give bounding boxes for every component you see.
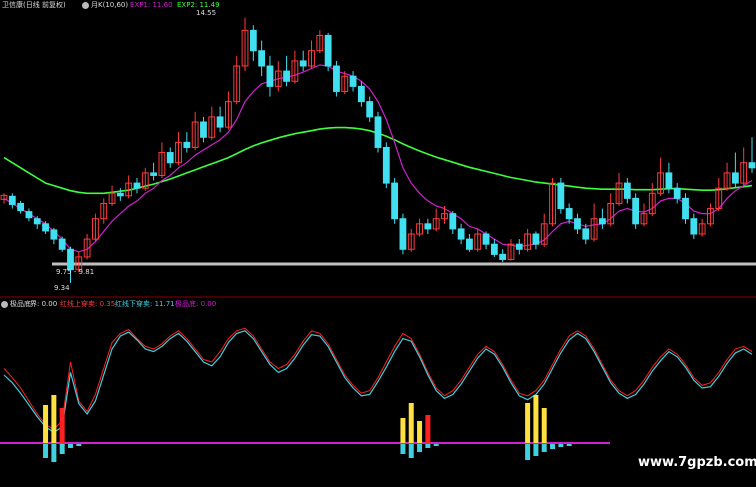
histogram-bar-cyan <box>541 444 547 452</box>
candle-body <box>565 208 573 220</box>
histogram-bar-yellow <box>417 421 423 443</box>
candle-body <box>690 218 698 235</box>
histogram-bar-yellow <box>541 408 547 443</box>
histogram-bar-yellow <box>408 403 414 443</box>
histogram-bar-yellow <box>400 418 406 443</box>
high-price-label: 14.55 <box>196 9 217 17</box>
candle-body <box>748 162 756 169</box>
candle-body <box>266 65 274 87</box>
histogram-bar-cyan <box>408 444 414 458</box>
histogram-bar-cyan <box>76 444 82 446</box>
histogram-bar-cyan <box>550 444 556 449</box>
candle-body <box>582 228 590 240</box>
indicator-settings-icon[interactable] <box>1 301 8 308</box>
candle-body <box>515 243 523 250</box>
candle-body <box>25 211 33 219</box>
candle-body <box>133 182 141 189</box>
candle-body <box>33 218 41 225</box>
candle-body <box>324 34 332 67</box>
histogram-bar-cyan <box>43 444 49 458</box>
histogram-bar-yellow <box>533 395 539 443</box>
candle-body <box>67 248 74 271</box>
ema1-label: EXP1: 11.60 <box>130 1 173 9</box>
candle-body <box>283 70 290 82</box>
stock-chart <box>0 0 756 487</box>
candle-body <box>557 182 565 210</box>
histogram-bar-cyan <box>400 444 406 454</box>
candle-body <box>50 229 58 240</box>
histogram-bar-cyan <box>558 444 564 447</box>
histogram-bar-yellow <box>51 395 57 443</box>
histogram-bar-yellow <box>525 403 531 443</box>
low-price-label: 9.34 <box>54 284 70 292</box>
candle-body <box>58 238 66 250</box>
candle-body <box>632 197 640 225</box>
chart-background <box>0 0 756 487</box>
candle-body <box>665 172 673 189</box>
candle-body <box>200 121 207 138</box>
histogram-bar-cyan <box>533 444 539 456</box>
candle-body <box>116 192 124 197</box>
candle-body <box>449 213 457 230</box>
candle-body <box>731 172 739 184</box>
candle-body <box>532 233 540 245</box>
indicator-label: 月K(10,60) <box>91 1 129 9</box>
candle-body <box>490 243 498 255</box>
watermark: www.7gpzb.com <box>638 455 756 470</box>
candle-body <box>466 238 473 250</box>
histogram-bar-cyan <box>51 444 57 462</box>
candle-body <box>457 228 465 240</box>
candle-body <box>166 152 174 164</box>
candle-body <box>8 195 16 205</box>
candle-body <box>424 223 432 230</box>
histogram-bar-red <box>59 408 65 443</box>
candle-body <box>17 202 25 212</box>
candle-body <box>574 218 581 230</box>
candle-body <box>623 182 631 199</box>
bottom-field-1: 界: 0.00 <box>30 300 58 308</box>
candle-body <box>673 187 681 199</box>
settings-icon[interactable] <box>82 2 89 9</box>
candle-body <box>183 141 191 148</box>
candle-body <box>598 218 606 225</box>
histogram-bar-cyan <box>425 444 431 448</box>
candle-body <box>357 85 365 103</box>
candle-body <box>150 172 158 176</box>
candle-body <box>399 218 407 250</box>
bottom-title: 极品底 <box>10 300 31 308</box>
bottom-field-4: 极品底: 0.00 <box>175 300 217 308</box>
histogram-bar-cyan <box>67 444 73 448</box>
histogram-bar-cyan <box>433 444 439 446</box>
candle-body <box>391 182 399 220</box>
candle-body <box>299 60 307 67</box>
range-label: 9.75 - 9.81 <box>56 268 95 276</box>
candle-body <box>216 116 224 128</box>
histogram-bar-cyan <box>525 444 531 460</box>
candle-body <box>682 197 689 220</box>
candle-body <box>249 29 257 52</box>
candle-body <box>258 50 266 67</box>
candle-body <box>366 101 374 118</box>
histogram-bar-cyan <box>59 444 65 454</box>
candle-body <box>482 233 490 245</box>
candle-body <box>374 116 382 148</box>
histogram-bar-red <box>425 415 431 443</box>
candle-body <box>42 223 49 232</box>
histogram-bar-cyan <box>566 444 572 446</box>
bottom-field-3: 红线下穿卖: 11.71 <box>115 300 175 308</box>
candle-body <box>349 75 357 87</box>
bottom-field-2: 红线上穿卖: 0.35 <box>60 300 116 308</box>
candle-body <box>333 65 340 92</box>
histogram-bar-yellow <box>43 405 49 443</box>
chart-title: 卫信康(日线 前复权) <box>2 1 66 9</box>
histogram-bar-cyan <box>417 444 423 452</box>
candle-body <box>499 253 507 260</box>
candle-body <box>382 146 390 184</box>
